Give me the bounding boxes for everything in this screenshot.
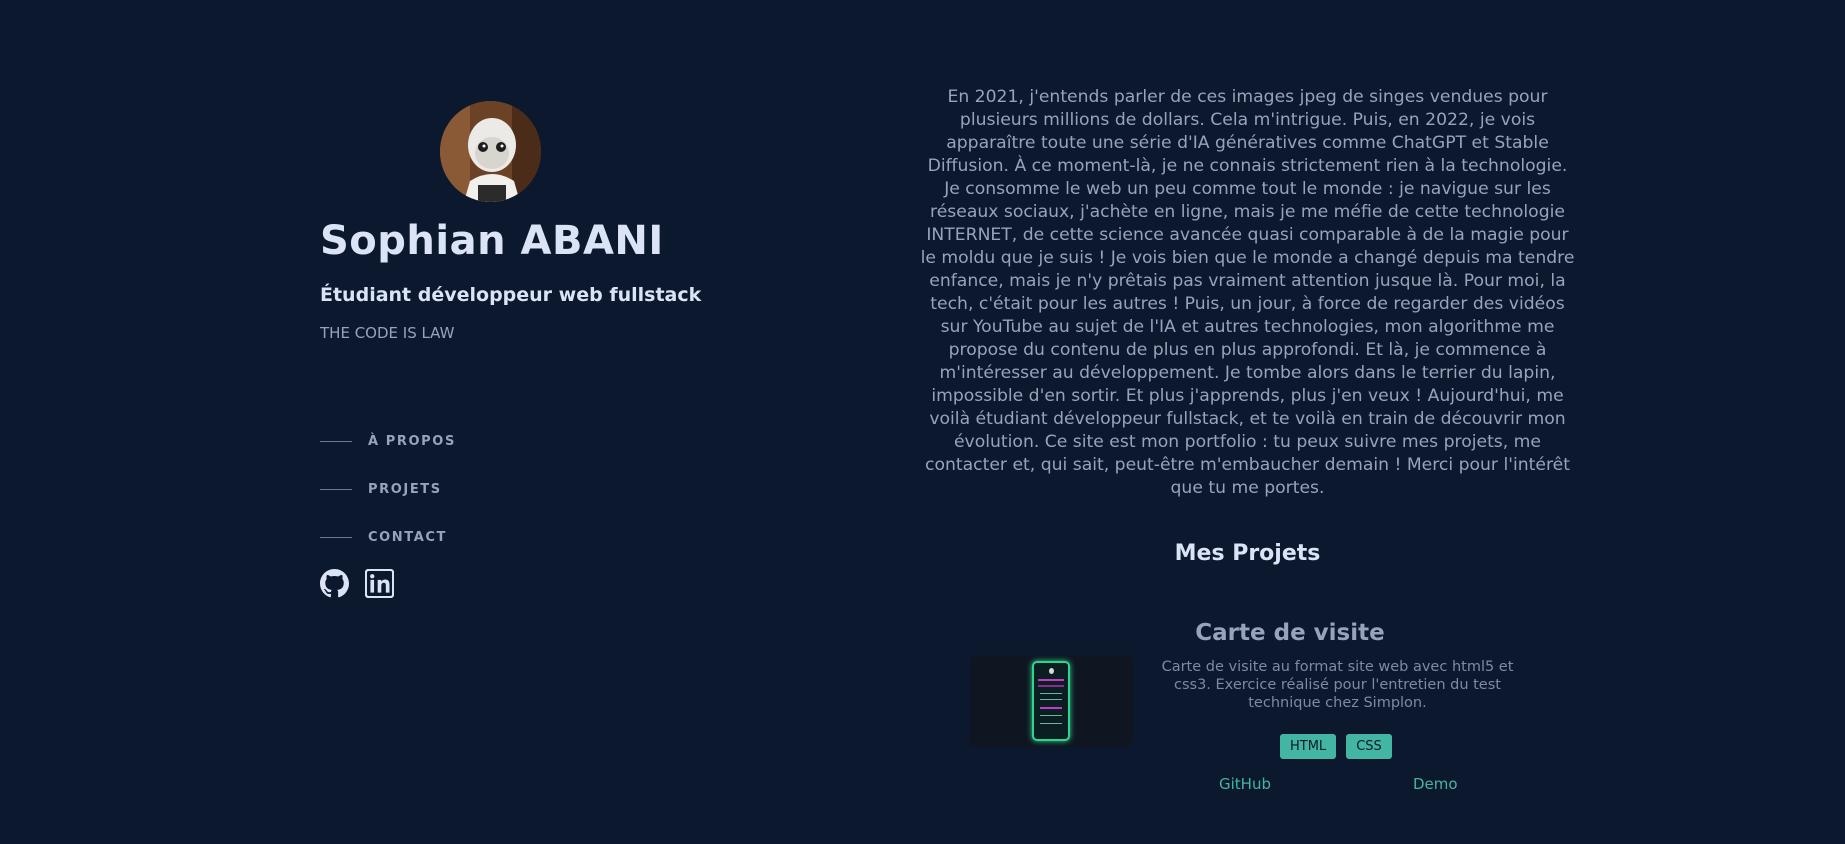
- nav-item-contact[interactable]: CONTACT: [320, 513, 620, 561]
- profile-motto: THE CODE IS LAW: [320, 324, 455, 342]
- project-tags: HTML CSS: [1280, 734, 1392, 759]
- social-links: [320, 568, 395, 599]
- linkedin-icon[interactable]: [364, 568, 395, 599]
- nav-item-about[interactable]: À PROPOS: [320, 417, 620, 465]
- github-icon[interactable]: [320, 569, 349, 598]
- nav-item-projects[interactable]: PROJETS: [320, 465, 620, 513]
- project-title: Carte de visite: [1195, 620, 1385, 646]
- project-description: Carte de visite au format site web avec …: [1161, 659, 1514, 711]
- robot-portrait-image: [440, 101, 541, 202]
- nav-item-label: À PROPOS: [368, 433, 456, 449]
- about-paragraph: En 2021, j'entends parler de ces images …: [920, 87, 1575, 499]
- avatar: [440, 101, 541, 202]
- projects-section-title: Mes Projets: [1174, 541, 1321, 566]
- project-demo-link[interactable]: Demo: [1413, 775, 1458, 793]
- nav-indicator-line: [320, 440, 352, 442]
- nav-indicator-line: [320, 488, 352, 490]
- tag-css: CSS: [1346, 734, 1392, 759]
- portfolio-page: Sophian ABANI Étudiant développeur web f…: [0, 0, 1845, 844]
- profile-name: Sophian ABANI: [320, 218, 664, 264]
- project-thumbnail[interactable]: [970, 655, 1133, 747]
- main-content: En 2021, j'entends parler de ces images …: [920, 0, 1575, 844]
- tag-html: HTML: [1280, 734, 1337, 759]
- profile-role: Étudiant développeur web fullstack: [320, 284, 702, 306]
- nav-item-label: PROJETS: [368, 481, 442, 497]
- thumbnail-phone-preview: [1032, 661, 1070, 741]
- project-github-link[interactable]: GitHub: [1219, 775, 1271, 793]
- nav-indicator-line: [320, 536, 352, 538]
- profile-sidebar: Sophian ABANI Étudiant développeur web f…: [320, 0, 840, 844]
- main-nav: À PROPOS PROJETS CONTACT: [320, 417, 620, 561]
- nav-item-label: CONTACT: [368, 529, 447, 545]
